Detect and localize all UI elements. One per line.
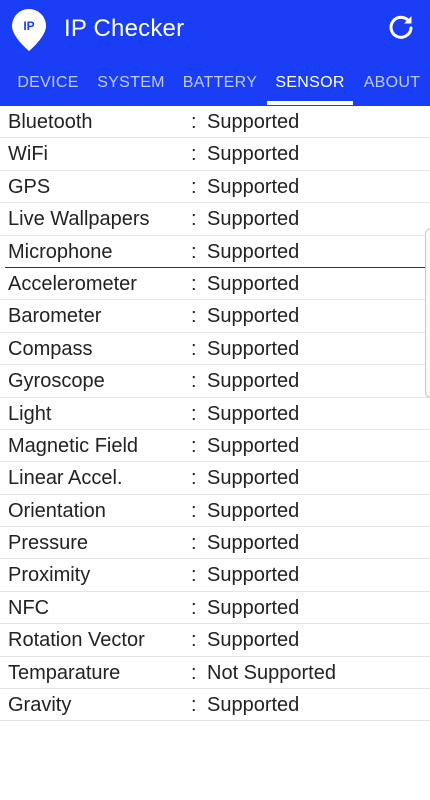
list-item: Linear Accel. : Supported bbox=[0, 462, 430, 495]
sensor-status: Supported bbox=[207, 694, 300, 717]
list-item: Bluetooth : Supported bbox=[0, 106, 430, 139]
feature-status: Supported bbox=[207, 208, 300, 231]
sensor-status: Supported bbox=[207, 402, 300, 425]
tab-sensor[interactable]: SENSOR bbox=[267, 60, 353, 106]
sensor-name: Temparature bbox=[8, 661, 121, 684]
tab-system[interactable]: SYSTEM bbox=[92, 60, 170, 106]
feature-status: Supported bbox=[207, 240, 300, 263]
list-item: Barometer : Supported bbox=[0, 300, 430, 333]
list-item: Accelerometer : Supported bbox=[0, 268, 430, 301]
feature-name: Microphone bbox=[8, 240, 113, 263]
separator: : bbox=[191, 467, 197, 490]
scroll-handle[interactable] bbox=[425, 228, 430, 398]
sensor-name: Compass bbox=[8, 337, 93, 360]
separator: : bbox=[191, 370, 197, 393]
location-pin-logo-icon: IP bbox=[12, 9, 46, 51]
sensor-status: Supported bbox=[207, 305, 300, 328]
separator: : bbox=[191, 434, 197, 457]
list-item: Rotation Vector : Supported bbox=[0, 624, 430, 657]
feature-status: Supported bbox=[207, 175, 300, 198]
feature-name: GPS bbox=[8, 175, 51, 198]
list-item: Magnetic Field : Supported bbox=[0, 430, 430, 463]
sensor-name: NFC bbox=[8, 596, 50, 619]
sensor-status: Supported bbox=[207, 532, 300, 555]
app-title: IP Checker bbox=[64, 15, 185, 42]
separator: : bbox=[191, 305, 197, 328]
feature-name: WiFi bbox=[8, 143, 48, 166]
sensor-name: Rotation Vector bbox=[8, 629, 145, 652]
sensor-status: Supported bbox=[207, 337, 300, 360]
separator: : bbox=[191, 272, 197, 295]
separator: : bbox=[191, 240, 197, 263]
sensor-name: Linear Accel. bbox=[8, 467, 123, 490]
refresh-button[interactable] bbox=[384, 10, 418, 44]
separator: : bbox=[191, 402, 197, 425]
tab-battery[interactable]: BATTERY bbox=[176, 60, 264, 106]
list-item: Microphone : Supported bbox=[5, 236, 430, 268]
active-tab-indicator bbox=[267, 101, 353, 105]
app-bar: IP IP Checker DEVICE SYSTEM BATTERY SENS… bbox=[0, 0, 430, 106]
tab-bar: DEVICE SYSTEM BATTERY SENSOR ABOUT bbox=[0, 60, 430, 106]
sensor-list: Bluetooth : Supported WiFi : Supported G… bbox=[0, 106, 430, 722]
separator: : bbox=[191, 596, 197, 619]
sensor-status: Supported bbox=[207, 272, 300, 295]
list-item: WiFi : Supported bbox=[0, 138, 430, 171]
separator: : bbox=[191, 143, 197, 166]
sensor-name: Accelerometer bbox=[8, 272, 137, 295]
logo-text: IP bbox=[23, 19, 34, 33]
sensor-status: Supported bbox=[207, 629, 300, 652]
sensor-name: Magnetic Field bbox=[8, 434, 139, 457]
tab-device[interactable]: DEVICE bbox=[4, 60, 92, 106]
sensor-status: Supported bbox=[207, 370, 300, 393]
sensor-status: Supported bbox=[207, 499, 300, 522]
separator: : bbox=[191, 499, 197, 522]
list-item: Gyroscope : Supported bbox=[0, 365, 430, 398]
separator: : bbox=[191, 175, 197, 198]
separator: : bbox=[191, 532, 197, 555]
sensor-name: Proximity bbox=[8, 564, 91, 587]
sensor-name: Gravity bbox=[8, 694, 72, 717]
separator: : bbox=[191, 629, 197, 652]
separator: : bbox=[191, 337, 197, 360]
feature-status: Supported bbox=[207, 143, 300, 166]
sensor-name: Orientation bbox=[8, 499, 106, 522]
sensor-name: Gyroscope bbox=[8, 370, 105, 393]
separator: : bbox=[191, 661, 197, 684]
sensor-status: Supported bbox=[207, 434, 300, 457]
sensor-name: Barometer bbox=[8, 305, 102, 328]
separator: : bbox=[191, 694, 197, 717]
list-item: GPS : Supported bbox=[0, 171, 430, 204]
list-item: Proximity : Supported bbox=[0, 559, 430, 592]
sensor-status: Supported bbox=[207, 596, 300, 619]
list-item: Light : Supported bbox=[0, 398, 430, 430]
refresh-icon bbox=[389, 15, 413, 39]
list-item: Temparature : Not Supported bbox=[0, 657, 430, 690]
sensor-name: Light bbox=[8, 402, 52, 425]
feature-status: Supported bbox=[207, 111, 300, 133]
tab-about[interactable]: ABOUT bbox=[358, 60, 426, 106]
separator: : bbox=[191, 564, 197, 587]
sensor-status: Supported bbox=[207, 564, 300, 587]
sensor-status: Supported bbox=[207, 467, 300, 490]
sensor-status: Not Supported bbox=[207, 661, 336, 684]
list-item: Gravity : Supported bbox=[0, 689, 430, 722]
sensor-name: Pressure bbox=[8, 532, 89, 555]
separator: : bbox=[191, 111, 197, 133]
separator: : bbox=[191, 208, 197, 231]
feature-name: Live Wallpapers bbox=[8, 208, 150, 231]
list-item: Live Wallpapers : Supported bbox=[0, 203, 430, 236]
feature-name: Bluetooth bbox=[8, 111, 93, 133]
list-item: Pressure : Supported bbox=[0, 527, 430, 560]
list-item: NFC : Supported bbox=[0, 592, 430, 625]
list-item: Orientation : Supported bbox=[0, 495, 430, 528]
list-item: Compass : Supported bbox=[0, 333, 430, 366]
